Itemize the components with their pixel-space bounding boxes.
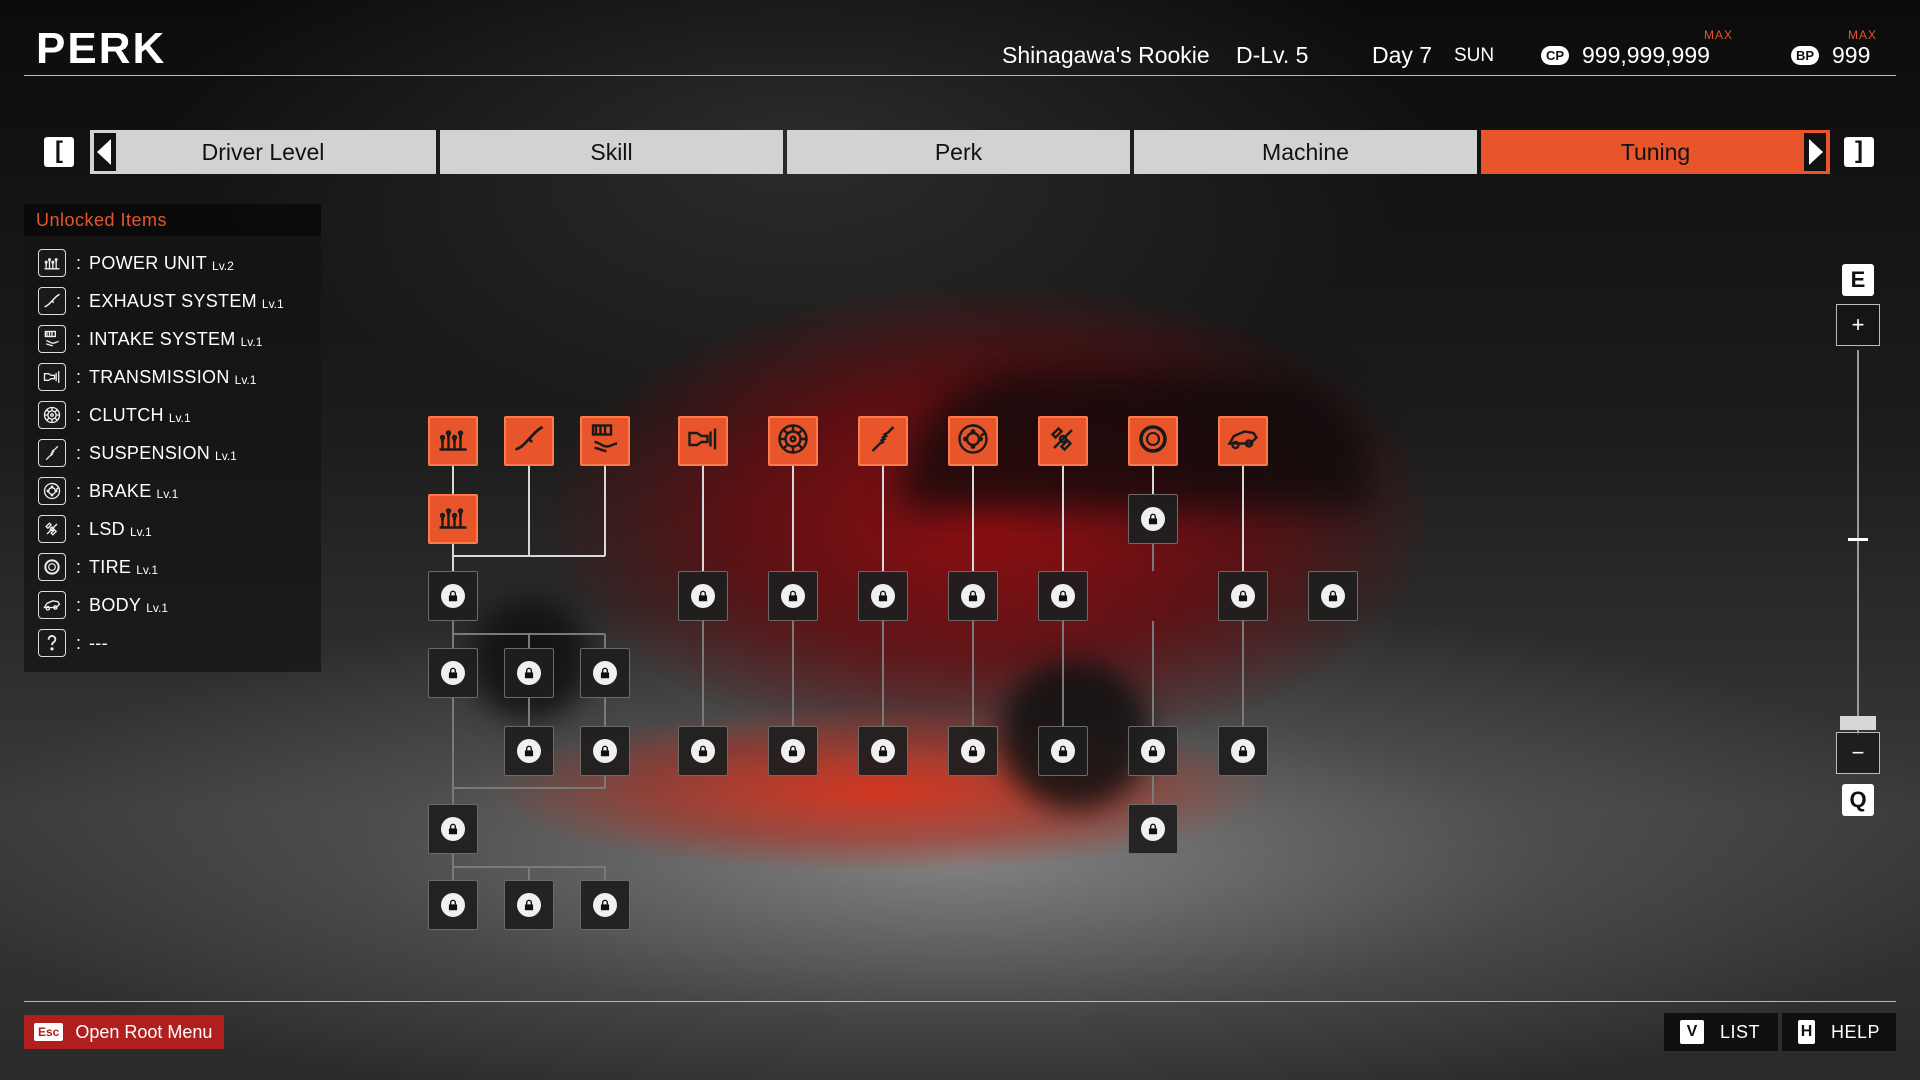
perk-node-intake[interactable]	[580, 416, 630, 466]
lock-icon	[781, 584, 805, 608]
list-button[interactable]: V LIST	[1664, 1013, 1778, 1051]
power-unit-icon	[435, 499, 471, 540]
brake-icon	[955, 421, 991, 462]
lock-icon	[871, 584, 895, 608]
perk-node-locked[interactable]	[580, 726, 630, 776]
lock-icon	[593, 661, 617, 685]
perk-node-locked[interactable]	[504, 880, 554, 930]
perk-node-lsd[interactable]	[1038, 416, 1088, 466]
perk-node-brake[interactable]	[948, 416, 998, 466]
clutch-icon	[775, 421, 811, 462]
perk-node-transmission[interactable]	[678, 416, 728, 466]
open-root-menu-button[interactable]: Esc Open Root Menu	[24, 1015, 225, 1049]
perk-node-locked[interactable]	[1038, 726, 1088, 776]
help-key: H	[1798, 1020, 1815, 1044]
suspension-icon	[865, 421, 901, 462]
lock-icon	[781, 739, 805, 763]
perk-node-suspension[interactable]	[858, 416, 908, 466]
perk-node-locked[interactable]	[580, 648, 630, 698]
lock-icon	[517, 661, 541, 685]
perk-node-locked[interactable]	[580, 880, 630, 930]
lock-icon	[1231, 739, 1255, 763]
perk-node-locked[interactable]	[1218, 571, 1268, 621]
exhaust-icon	[511, 421, 547, 462]
transmission-icon	[685, 421, 721, 462]
perk-node-locked[interactable]	[858, 571, 908, 621]
lock-icon	[1231, 584, 1255, 608]
lock-icon	[441, 817, 465, 841]
perk-node-locked[interactable]	[858, 726, 908, 776]
help-button[interactable]: H HELP	[1782, 1013, 1896, 1051]
perk-node-locked[interactable]	[678, 571, 728, 621]
perk-node-locked[interactable]	[1128, 726, 1178, 776]
lock-icon	[441, 584, 465, 608]
lock-icon	[961, 584, 985, 608]
lock-icon	[441, 661, 465, 685]
perk-node-locked[interactable]	[504, 726, 554, 776]
perk-node-locked[interactable]	[428, 648, 478, 698]
intake-icon	[587, 421, 623, 462]
lock-icon	[961, 739, 985, 763]
perk-node-locked[interactable]	[948, 571, 998, 621]
lock-icon	[691, 584, 715, 608]
lock-icon	[1141, 817, 1165, 841]
zoom-track[interactable]	[1857, 350, 1859, 735]
perk-node-exhaust[interactable]	[504, 416, 554, 466]
zoom-out-button[interactable]: −	[1836, 732, 1880, 774]
zoom-in-button[interactable]: +	[1836, 304, 1880, 346]
perk-node-locked[interactable]	[428, 880, 478, 930]
perk-node-locked[interactable]	[678, 726, 728, 776]
lock-icon	[1051, 739, 1075, 763]
lock-icon	[1141, 739, 1165, 763]
lock-icon	[517, 739, 541, 763]
perk-node-locked[interactable]	[428, 804, 478, 854]
perk-node-locked[interactable]	[1218, 726, 1268, 776]
lock-icon	[1141, 507, 1165, 531]
lock-icon	[593, 739, 617, 763]
tire-icon	[1135, 421, 1171, 462]
list-key: V	[1680, 1020, 1704, 1044]
perk-node-locked[interactable]	[1128, 494, 1178, 544]
perk-node-locked[interactable]	[768, 571, 818, 621]
zoom-slider-thumb[interactable]	[1840, 716, 1876, 730]
perk-node-locked[interactable]	[948, 726, 998, 776]
zoom-in-key[interactable]: E	[1842, 264, 1874, 296]
perk-node-locked[interactable]	[504, 648, 554, 698]
perk-node-clutch[interactable]	[768, 416, 818, 466]
body-icon	[1225, 421, 1261, 462]
perk-node-body[interactable]	[1218, 416, 1268, 466]
perk-node-locked[interactable]	[1038, 571, 1088, 621]
footer-divider	[24, 1001, 1896, 1002]
perk-node-locked[interactable]	[1128, 804, 1178, 854]
zoom-midpoint-mark	[1848, 538, 1868, 541]
zoom-out-key[interactable]: Q	[1842, 784, 1874, 816]
lock-icon	[593, 893, 617, 917]
perk-node-power-unit-2[interactable]	[428, 494, 478, 544]
perk-node-locked[interactable]	[428, 571, 478, 621]
lock-icon	[1051, 584, 1075, 608]
perk-node-power-unit[interactable]	[428, 416, 478, 466]
lock-icon	[517, 893, 541, 917]
list-label: LIST	[1720, 1021, 1761, 1042]
esc-key: Esc	[34, 1023, 64, 1041]
help-label: HELP	[1830, 1021, 1880, 1042]
lock-icon	[1321, 584, 1345, 608]
perk-node-locked[interactable]	[1308, 571, 1358, 621]
perk-node-tire[interactable]	[1128, 416, 1178, 466]
lock-icon	[441, 893, 465, 917]
esc-label: Open Root Menu	[75, 1021, 213, 1042]
lsd-icon	[1045, 421, 1081, 462]
perk-node-locked[interactable]	[768, 726, 818, 776]
perk-tree-connectors	[452, 466, 1244, 880]
lock-icon	[871, 739, 895, 763]
power-unit-icon	[435, 421, 471, 462]
lock-icon	[691, 739, 715, 763]
